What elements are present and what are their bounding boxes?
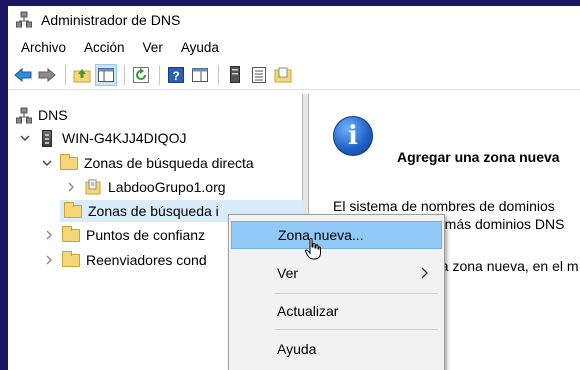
chevron-right-icon[interactable] bbox=[42, 228, 56, 242]
menu-accion[interactable]: Acción bbox=[77, 37, 132, 58]
chevron-right-icon[interactable] bbox=[42, 253, 56, 267]
up-level-button[interactable] bbox=[71, 64, 93, 86]
tree-node-forwarders[interactable]: Reenviadores cond bbox=[42, 249, 207, 271]
context-menu-new-zone[interactable]: Zona nueva... bbox=[231, 221, 442, 249]
show-hide-console-tree-button[interactable] bbox=[95, 63, 117, 86]
server-icon bbox=[38, 130, 56, 147]
view-label: Ver bbox=[277, 265, 299, 281]
toolbar-separator bbox=[218, 64, 219, 85]
dns-app-icon bbox=[16, 11, 32, 29]
server-icon bbox=[230, 66, 240, 83]
server-button[interactable] bbox=[224, 64, 246, 86]
list-icon bbox=[252, 66, 266, 83]
toolbar: ? bbox=[8, 60, 580, 90]
context-menu: Zona nueva... Ver Actualizar Ayuda bbox=[228, 214, 445, 370]
menu-archivo[interactable]: Archivo bbox=[14, 37, 73, 58]
menu-ayuda[interactable]: Ayuda bbox=[174, 37, 226, 58]
dns-icon bbox=[16, 107, 32, 124]
show-hide-console-tree-icon bbox=[98, 67, 114, 82]
tree-label-forward-zones: Zonas de búsqueda directa bbox=[84, 155, 254, 171]
back-button[interactable] bbox=[12, 64, 34, 86]
context-menu-refresh[interactable]: Actualizar bbox=[231, 297, 442, 325]
chevron-right-icon bbox=[421, 266, 428, 282]
tree-label-zone: LabdooGrupo1.org bbox=[108, 179, 226, 195]
list-button[interactable] bbox=[248, 64, 270, 86]
tree-label-reverse-zones: Zonas de búsqueda i bbox=[88, 203, 219, 219]
detail-text-line-3: na zona nueva, en el m bbox=[433, 258, 579, 274]
tree-node-server[interactable]: WIN-G4KJJ4DIQOJ bbox=[18, 127, 186, 149]
chevron-right-icon[interactable] bbox=[64, 180, 78, 194]
folder-icon bbox=[60, 154, 78, 171]
tree-label-trust-points: Puntos de confianz bbox=[86, 227, 206, 243]
detail-text-line-1: El sistema de nombres de dominios bbox=[333, 198, 555, 214]
folder-icon bbox=[62, 226, 80, 243]
refresh-label: Actualizar bbox=[277, 303, 339, 319]
forward-arrow-icon bbox=[38, 67, 56, 82]
refresh-icon bbox=[133, 66, 149, 83]
dns-manager-window: Administrador de DNS Archivo Acción Ver … bbox=[8, 6, 580, 370]
properties-icon bbox=[192, 67, 208, 82]
title-bar: Administrador de DNS bbox=[8, 6, 580, 34]
properties-button[interactable] bbox=[189, 64, 211, 86]
toolbar-separator bbox=[124, 64, 125, 85]
menu-bar: Archivo Acción Ver Ayuda bbox=[8, 34, 580, 60]
toolbar-separator bbox=[65, 64, 66, 85]
menu-ver[interactable]: Ver bbox=[136, 37, 170, 58]
forward-button[interactable] bbox=[36, 64, 58, 86]
tree-label-server: WIN-G4KJJ4DIQOJ bbox=[62, 130, 187, 146]
back-arrow-icon bbox=[14, 67, 32, 82]
help-label: Ayuda bbox=[277, 341, 317, 357]
help-button[interactable]: ? bbox=[165, 64, 187, 86]
svg-text:?: ? bbox=[172, 69, 179, 83]
window-title: Administrador de DNS bbox=[41, 12, 181, 28]
up-folder-icon bbox=[73, 68, 91, 82]
detail-heading: Agregar una zona nueva bbox=[397, 149, 560, 165]
zone-file-icon bbox=[84, 179, 102, 195]
info-icon: i bbox=[333, 116, 373, 156]
hand-cursor-icon bbox=[305, 238, 321, 260]
detail-text-line-2: o más dominios DNS bbox=[433, 216, 565, 232]
chevron-down-icon[interactable] bbox=[18, 131, 32, 145]
context-menu-separator bbox=[275, 293, 438, 294]
tree-node-zone-labdoo[interactable]: LabdooGrupo1.org bbox=[64, 176, 226, 198]
chevron-down-icon[interactable] bbox=[40, 156, 54, 170]
context-menu-help[interactable]: Ayuda bbox=[231, 335, 442, 363]
help-icon: ? bbox=[168, 66, 184, 83]
context-menu-view[interactable]: Ver bbox=[231, 259, 442, 287]
context-menu-separator bbox=[275, 329, 438, 330]
tree-label-forwarders: Reenviadores cond bbox=[86, 252, 207, 268]
toolbar-separator bbox=[159, 64, 160, 85]
folder-icon bbox=[62, 251, 80, 268]
tree-node-forward-zones[interactable]: Zonas de búsqueda directa bbox=[40, 152, 254, 174]
folder-icon bbox=[64, 202, 82, 219]
refresh-button[interactable] bbox=[130, 64, 152, 86]
tree-node-trust-points[interactable]: Puntos de confianz bbox=[42, 224, 205, 246]
folder-icon bbox=[274, 67, 292, 82]
tree-node-dns[interactable]: DNS bbox=[16, 104, 68, 126]
tree-label-dns: DNS bbox=[38, 107, 68, 123]
folder-button[interactable] bbox=[272, 64, 294, 86]
